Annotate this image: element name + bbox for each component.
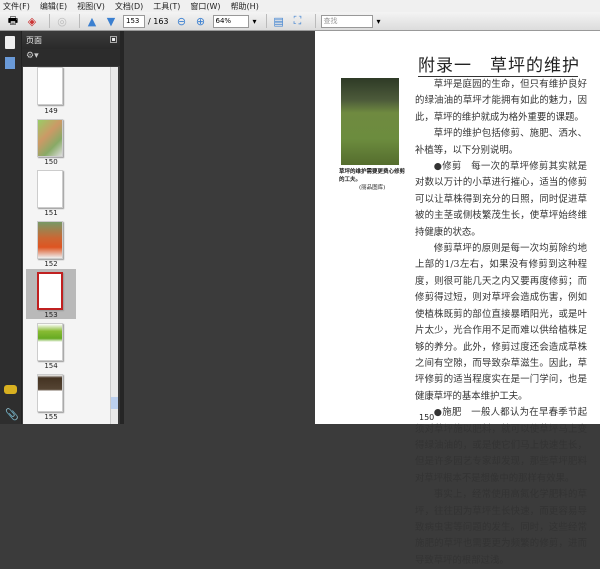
collaborate-icon[interactable]: ◎ xyxy=(55,14,69,28)
menu-tools[interactable]: 工具(T) xyxy=(153,1,180,12)
thumbnail-label: 151 xyxy=(44,209,58,217)
zoom-in-button[interactable]: ⊕ xyxy=(194,14,208,28)
page-number-input[interactable]: 153 xyxy=(123,14,145,28)
panel-options-button[interactable]: ⚙▾ xyxy=(22,49,120,66)
menu-edit[interactable]: 编辑(E) xyxy=(40,1,67,12)
pages-icon[interactable] xyxy=(5,36,15,49)
caption-text: 草坪的维护需要更费心修剪的工夫。 xyxy=(339,169,406,183)
create-pdf-icon[interactable]: ◈ xyxy=(25,14,39,28)
page-title: 附录一 草坪的维护 xyxy=(418,51,579,77)
scrollbar-thumb[interactable] xyxy=(111,397,118,409)
thumbnail-149[interactable] xyxy=(37,67,63,105)
fit-width-icon[interactable]: ⛶ xyxy=(291,14,305,28)
total-pages: / 163 xyxy=(148,16,169,26)
thumbnail-list: 149 150 151 152 153 154 155 xyxy=(23,67,118,424)
attachments-icon[interactable]: 📎 xyxy=(5,408,19,421)
print-icon[interactable]: 🖶 xyxy=(6,14,20,28)
divider xyxy=(265,14,267,28)
menu-file[interactable]: 文件(F) xyxy=(3,1,30,12)
panel-title: 页面 xyxy=(26,36,42,45)
comments-icon[interactable] xyxy=(4,385,17,394)
thumbnail-151[interactable] xyxy=(37,170,63,208)
menu-help[interactable]: 帮助(H) xyxy=(231,1,259,12)
divider xyxy=(79,14,80,28)
navigation-icon-bar: 📎 xyxy=(0,31,22,424)
divider xyxy=(314,14,316,28)
thumbnail-150[interactable] xyxy=(37,119,63,157)
fit-page-icon[interactable]: ▤ xyxy=(272,14,286,28)
toolbar: 🖶 ◈ ◎ ▲ ▼ 153 / 163 ⊖ ⊕ 64% ▾ ▤ ⛶ 查找 ▾ xyxy=(0,12,600,31)
previous-page-button[interactable]: ▲ xyxy=(85,14,99,28)
thumbnail-label: 154 xyxy=(44,362,58,370)
thumbnail-label: 153 xyxy=(44,311,58,319)
menu-bar: 文件(F) 编辑(E) 视图(V) 文档(D) 工具(T) 窗口(W) 帮助(H… xyxy=(0,0,600,12)
thumbnail-scrollbar[interactable] xyxy=(110,67,118,424)
pages-panel-header: 页面 ▪ xyxy=(22,31,120,49)
thumbnail-label: 150 xyxy=(44,158,58,166)
search-input[interactable]: 查找 xyxy=(320,14,373,28)
document-page: 附录一 草坪的维护 草坪的维护需要更费心修剪的工夫。 (丽品图库) 草坪是庭园的… xyxy=(315,31,600,566)
body-text: 草坪是庭园的生命，但只有维护良好的绿油油的草坪才能拥有如此的魅力，因此，草坪的维… xyxy=(415,77,587,569)
thumbnail-label: 155 xyxy=(44,413,58,421)
thumbnail-label: 152 xyxy=(44,260,58,268)
paragraph: 修剪草坪的原则是每一次均剪除约地上部的1/3左右，如果没有修剪到这种程度，则很可… xyxy=(415,243,587,402)
thumbnail-153[interactable] xyxy=(37,272,63,310)
zoom-input[interactable]: 64% xyxy=(212,14,249,28)
zoom-out-button[interactable]: ⊖ xyxy=(175,14,189,28)
paragraph: 事实上，经常使用高氮化学肥料的草坪，往往因为草坪生长快速，而更容易导致病虫害等问… xyxy=(415,489,587,566)
thumbnail-label: 149 xyxy=(44,107,58,115)
photo-caption: 草坪的维护需要更费心修剪的工夫。 (丽品图库) xyxy=(339,168,407,192)
paragraph: ●修剪 每一次的草坪修剪其实就是对数以万计的小草进行摧心，适当的修剪可以让草株得… xyxy=(415,161,587,238)
bookmarks-icon[interactable] xyxy=(5,57,15,69)
menu-window[interactable]: 窗口(W) xyxy=(190,1,220,12)
panel-menu-button[interactable]: ▪ xyxy=(110,36,117,43)
caption-credit: (丽品图库) xyxy=(359,185,386,191)
menu-document[interactable]: 文档(D) xyxy=(115,1,143,12)
paragraph: 草坪是庭园的生命，但只有维护良好的绿油油的草坪才能拥有如此的魅力，因此，草坪的维… xyxy=(415,79,587,123)
paragraph: ●施肥 一般人都认为在早春季节起须对草坪施以肥料，就可以使草坪马上变得绿油油的，… xyxy=(415,407,587,484)
menu-view[interactable]: 视图(V) xyxy=(77,1,105,12)
search-dropdown-icon[interactable]: ▾ xyxy=(377,17,381,26)
divider xyxy=(49,14,50,28)
next-page-button[interactable]: ▼ xyxy=(104,14,118,28)
panel-splitter[interactable] xyxy=(120,31,124,424)
thumbnail-152[interactable] xyxy=(37,221,63,259)
paragraph: 草坪的维护包括修剪、施肥、洒水、补植等，以下分别说明。 xyxy=(415,128,587,156)
thumbnail-155[interactable] xyxy=(37,374,63,412)
page-number: 150 xyxy=(419,413,435,422)
lawn-photo xyxy=(341,78,399,165)
zoom-dropdown-icon[interactable]: ▾ xyxy=(253,17,257,26)
thumbnail-154[interactable] xyxy=(37,323,63,361)
